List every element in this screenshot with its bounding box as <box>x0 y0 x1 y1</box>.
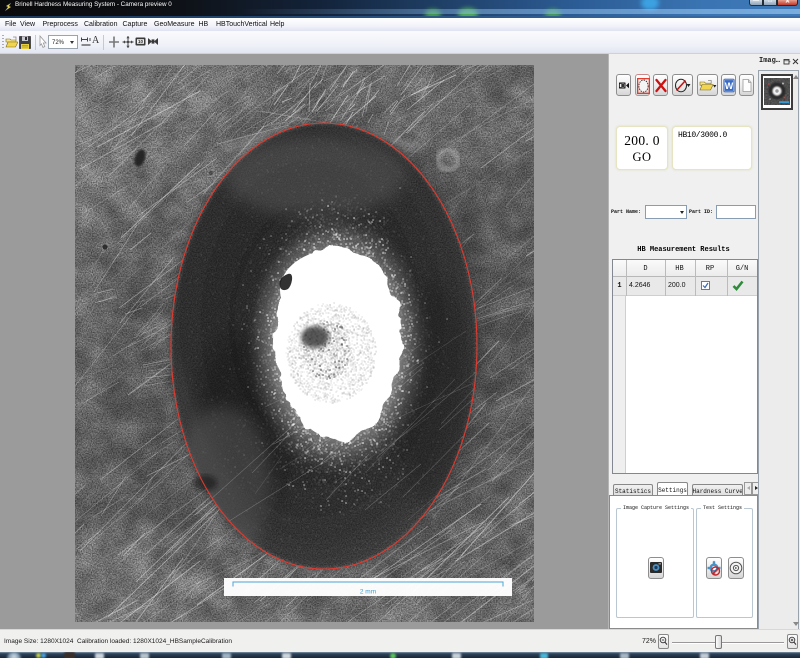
svg-text:10: 10 <box>138 39 144 44</box>
svg-text:W: W <box>724 81 733 91</box>
svg-text:2 mm: 2 mm <box>360 589 376 596</box>
